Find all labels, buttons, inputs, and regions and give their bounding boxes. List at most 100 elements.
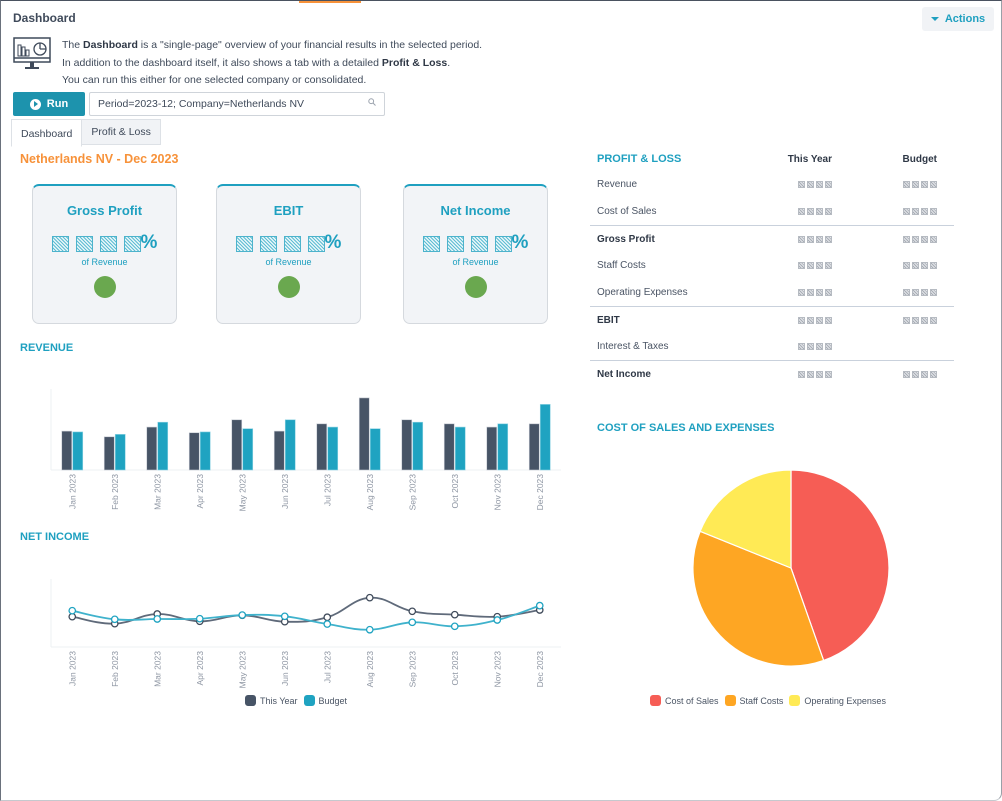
pl-budget-value-masked [832, 235, 947, 243]
revenue-bar-this-year [61, 430, 73, 471]
masked-digit [825, 208, 832, 215]
profit-loss-table: PROFIT & LOSS This Year Budget Revenue Co… [590, 147, 954, 387]
run-button[interactable]: Run [13, 92, 85, 116]
net-income-legend: This Year Budget [245, 695, 347, 706]
revenue-bar-budget [327, 426, 339, 471]
kpi-card-net-income: Net Income % of Revenue [403, 184, 548, 324]
tab-dashboard[interactable]: Dashboard [11, 119, 83, 147]
page-title: Dashboard [13, 11, 76, 25]
masked-digit [807, 316, 814, 324]
dashboard-window: Dashboard Actions The Dashboard is a "si… [0, 0, 1002, 801]
masked-digit [903, 316, 910, 324]
masked-digit [123, 236, 141, 252]
masked-digit [921, 289, 928, 296]
legend-item-operating-expenses[interactable]: Operating Expenses [789, 695, 886, 706]
masked-digit [903, 235, 910, 243]
status-indicator-icon [93, 276, 116, 298]
masked-digit [921, 235, 928, 243]
pl-this-year-value-masked [780, 235, 832, 243]
pl-this-year-value-masked [780, 262, 832, 269]
masked-digit [930, 235, 937, 243]
masked-digit [816, 235, 823, 243]
dashboard-monitor-icon [13, 37, 51, 69]
masked-digit [825, 370, 832, 378]
point-budget [280, 612, 289, 621]
pl-this-year-value-masked [780, 289, 832, 296]
pl-row-label: Net Income [597, 368, 651, 380]
legend-item-cost-of-sales[interactable]: Cost of Sales [650, 695, 719, 706]
x-tick-label: Dec 2023 [535, 651, 545, 688]
masked-digit [930, 181, 937, 188]
net-income-chart-title: NET INCOME [20, 531, 90, 543]
masked-digit [825, 181, 832, 188]
masked-digit [930, 208, 937, 215]
pl-row-label: Staff Costs [597, 260, 646, 271]
x-tick-label: Feb 2023 [110, 474, 120, 510]
pie-legend: Cost of Sales Staff Costs Operating Expens… [650, 695, 886, 706]
x-tick-label: Jun 2023 [280, 474, 290, 509]
masked-digit [930, 262, 937, 269]
legend-item-staff-costs[interactable]: Staff Costs [724, 695, 783, 706]
revenue-bar-budget [539, 404, 551, 471]
x-tick-label: Sep 2023 [407, 651, 417, 688]
pl-row: Interest & Taxes [590, 333, 954, 360]
x-tick-label: Oct 2023 [450, 651, 460, 686]
kpi-title: Net Income [440, 203, 511, 218]
percent-sign: % [511, 232, 529, 253]
pl-budget-value-masked [832, 181, 947, 188]
x-tick-label: Oct 2023 [450, 474, 460, 509]
revenue-bar-this-year [443, 423, 455, 471]
point-this-year [323, 613, 332, 622]
masked-digit [930, 316, 937, 324]
percent-sign: % [140, 232, 158, 253]
pl-header-row: PROFIT & LOSS This Year Budget [590, 147, 954, 171]
masked-digit [99, 236, 117, 252]
point-this-year [365, 593, 374, 602]
pl-budget-value-masked [832, 316, 947, 324]
masked-digit [921, 370, 928, 378]
pl-row-label: Cost of Sales [597, 206, 657, 217]
masked-digit [235, 236, 253, 252]
masked-digit [51, 236, 69, 252]
pl-this-year-value-masked [780, 316, 832, 324]
pl-row: EBIT [590, 306, 954, 333]
tab-bar: Dashboard Profit & Loss [11, 119, 161, 147]
point-budget [493, 616, 502, 624]
masked-digit [798, 316, 805, 324]
masked-digit [470, 236, 488, 252]
tab-profit-loss[interactable]: Profit & Loss [82, 119, 161, 145]
masked-digit [930, 370, 937, 378]
masked-digit [921, 181, 928, 188]
masked-digit [921, 316, 928, 324]
legend-swatch-icon [650, 695, 661, 706]
masked-digit [903, 181, 910, 188]
point-budget [195, 614, 204, 623]
revenue-bar-this-year [231, 419, 243, 471]
masked-digit [283, 236, 301, 252]
legend-item-budget[interactable]: Budget [303, 695, 347, 706]
parameters-input[interactable] [89, 92, 385, 116]
masked-digit [912, 370, 919, 378]
x-tick-label: Nov 2023 [492, 651, 502, 688]
revenue-bar-this-year [401, 419, 413, 471]
actions-button[interactable]: Actions [922, 7, 994, 31]
masked-digit [921, 208, 928, 215]
revenue-chart-title: REVENUE [20, 342, 74, 354]
masked-digit [494, 236, 512, 252]
revenue-bar-this-year [273, 430, 285, 471]
budget-swatch-icon [303, 695, 315, 706]
search-icon[interactable] [368, 98, 376, 106]
pl-this-year-value-masked [780, 370, 832, 378]
revenue-bar-this-year [528, 423, 540, 471]
point-budget [153, 615, 162, 623]
pl-row-label: Revenue [597, 179, 638, 190]
point-budget [365, 625, 374, 634]
masked-digit [807, 208, 814, 215]
pl-row-label: EBIT [597, 314, 620, 326]
masked-digit [921, 262, 928, 269]
revenue-bar-budget [114, 434, 126, 471]
legend-item-this-year[interactable]: This Year [245, 695, 298, 706]
legend-swatch-icon [789, 695, 801, 706]
status-indicator-icon [464, 276, 487, 298]
actions-label: Actions [944, 13, 986, 25]
